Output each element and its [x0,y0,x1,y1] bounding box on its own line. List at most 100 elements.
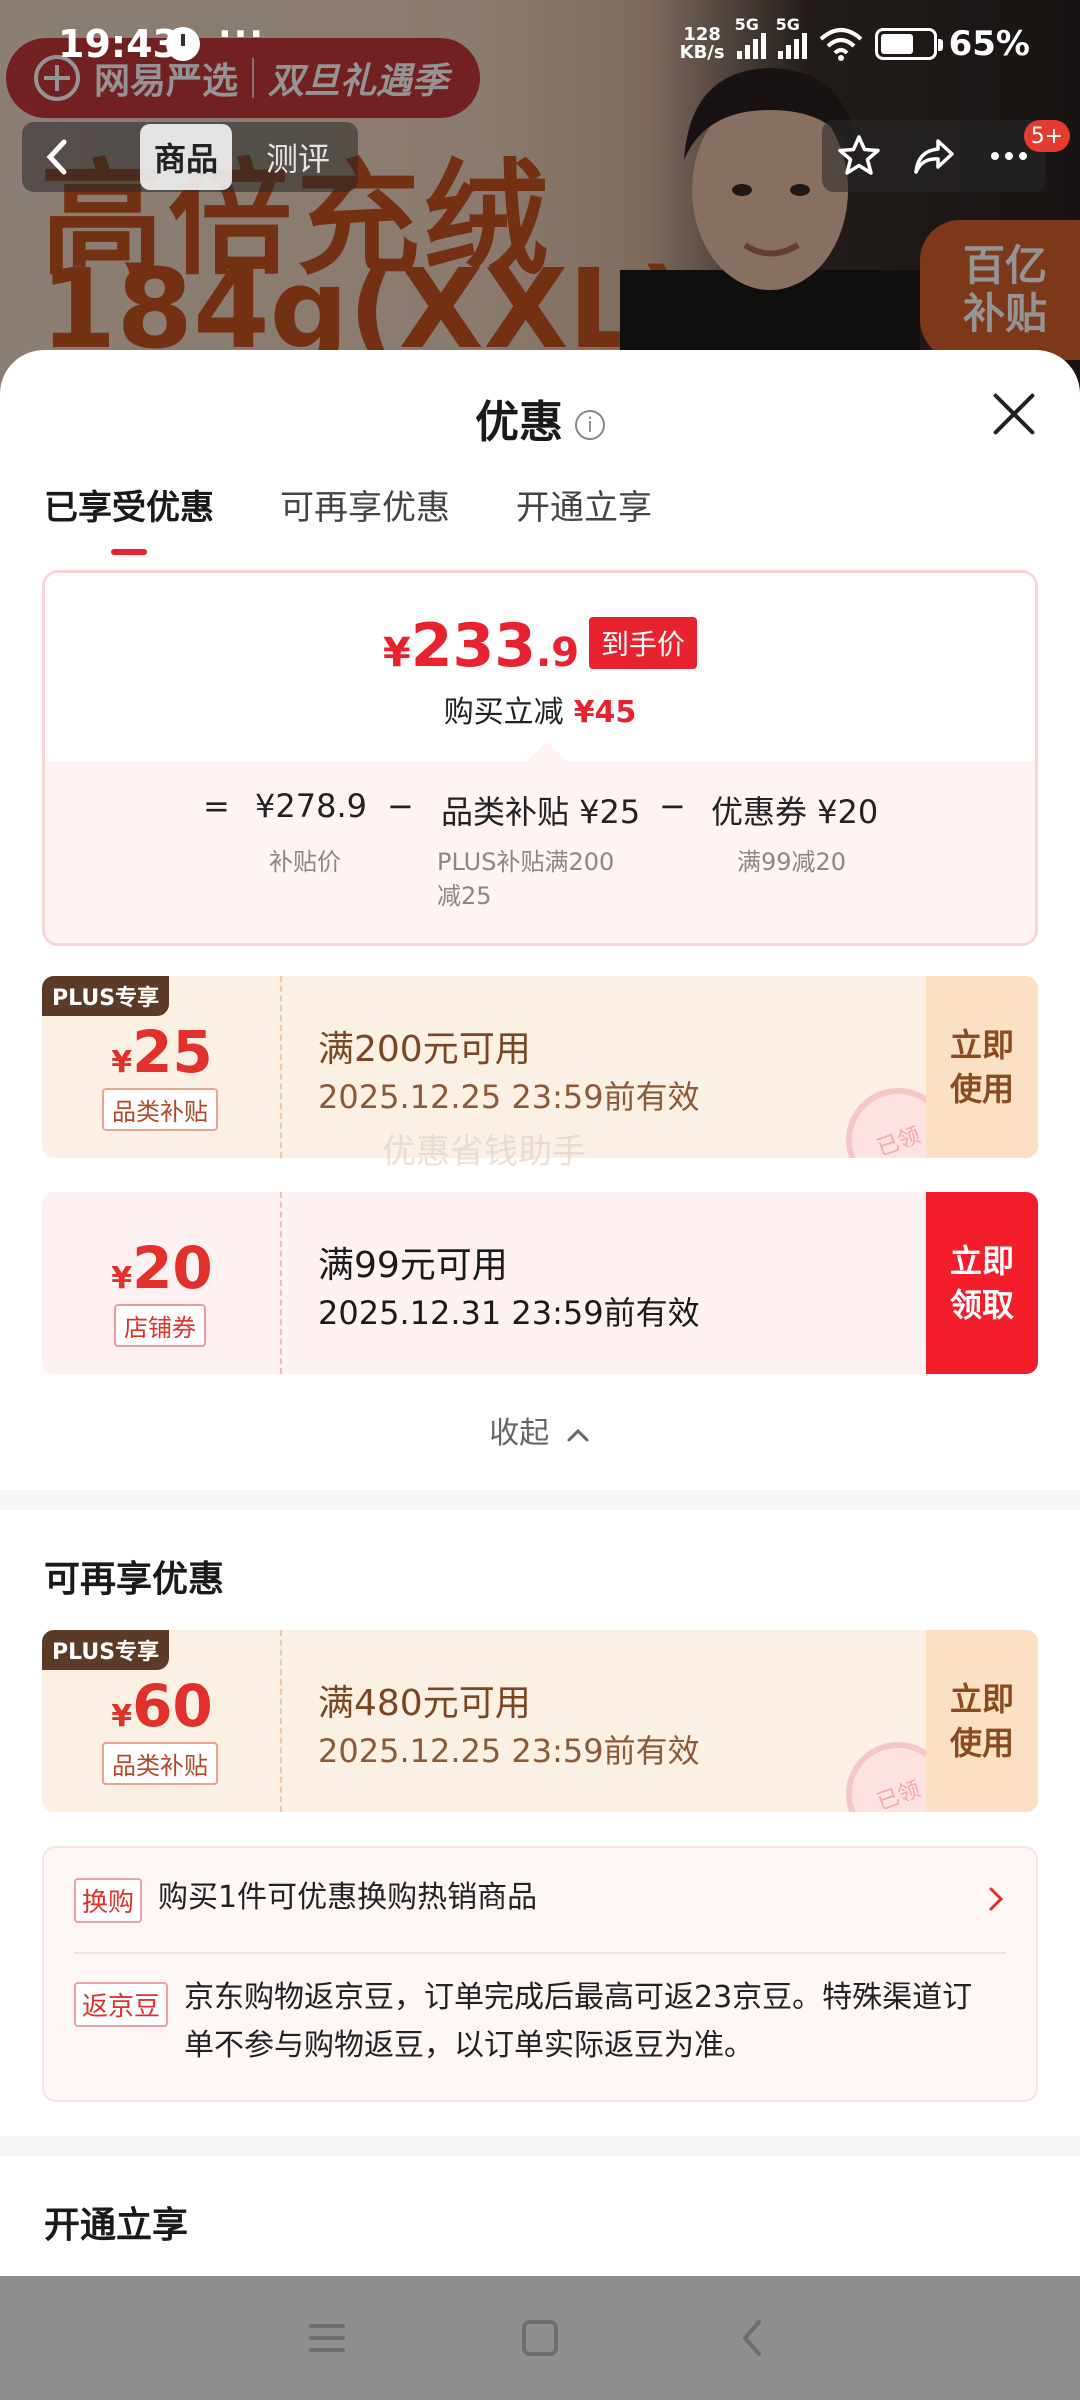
price-currency: ¥ [382,630,411,676]
signal-1-icon: 5G [735,15,766,59]
tab-product[interactable]: 商品 [140,124,233,190]
collapse-button[interactable]: 收起 [0,1408,1080,1452]
use-now-label-2: 使用 [949,1724,1014,1762]
tab-more-available[interactable]: 可再享优惠 [280,480,450,555]
status-bar: 19:43 ··· 128 KB/s 5G 5G 65% [0,0,1080,96]
final-price-tag: 到手价 [589,617,698,669]
watermark: 优惠省钱助手 [382,1132,586,1172]
section-title-more: 可再享优惠 [44,1559,225,1600]
chevron-up-icon [567,1428,589,1441]
section-divider [0,1490,1080,1510]
claim-now-label-2: 领取 [949,1286,1014,1324]
use-now-label-2: 使用 [949,1070,1014,1108]
coupon-expiry: 2025.12.31 23:59前有效 [318,1294,700,1332]
formula-minus-2: − [659,787,686,825]
wifi-icon [819,28,862,61]
coupon-condition: 满480元可用 [318,1683,531,1724]
tab-enjoyed[interactable]: 已享受优惠 [44,480,214,555]
claim-now-label-1: 立即 [949,1242,1014,1280]
net-speed: 128 KB/s [680,26,725,62]
discount-tabs: 已享受优惠 可再享优惠 开通立享 [44,480,652,555]
coupon-currency: ¥ [111,1261,133,1296]
share-icon[interactable] [910,132,958,180]
product-actions [822,120,1046,192]
formula-category-subsidy: 品类补贴 ¥25 [441,793,641,831]
clock-notification-icon [166,27,200,61]
tab-open-membership[interactable]: 开通立享 [516,480,652,555]
status-time: 19:43 [58,22,179,66]
coupon-condition: 满99元可用 [318,1245,508,1286]
formula-category-note-1: PLUS补贴满200 [437,848,615,876]
price-breakdown: ¥233.9 到手价 购买立减 ¥45 = ¥278.9 − 品类补贴 ¥25 − … [42,570,1038,946]
jd-bean-tag: 返京豆 [74,1982,169,2027]
coupon-kind: 店铺券 [114,1304,206,1347]
menu-icon[interactable] [307,2318,347,2358]
sheet-title-text: 优惠 [475,397,563,448]
plus-exclusive-tag: PLUS专享 [42,976,170,1016]
price-integer: 233 [410,611,537,681]
sheet-title: 优惠 i [0,386,1080,450]
coupon-condition: 满200元可用 [318,1029,531,1070]
use-now-label-1: 立即 [949,1026,1014,1064]
notification-badge: 5+ [1024,120,1070,152]
claim-now-button[interactable]: 立即 领取 [926,1192,1038,1374]
row-divider [74,1952,1006,1954]
coupon-amount: ¥60 [42,1672,282,1740]
status-right: 128 KB/s 5G 5G 65% [680,15,1030,64]
formula-equals: = [203,787,230,825]
back-nav-icon[interactable] [733,2318,773,2358]
use-now-button[interactable]: 立即 使用 [926,976,1038,1158]
chevron-right-icon [989,1887,1004,1911]
battery-icon [874,28,943,60]
plus-exclusive-tag: PLUS专享 [42,1630,170,1670]
net-speed-unit: KB/s [679,42,725,63]
coupon-kind: 品类补贴 [102,1742,218,1785]
formula-minus-1: − [387,787,414,825]
back-button[interactable] [22,122,94,192]
status-more: ··· [218,14,266,55]
coupon-kind: 品类补贴 [102,1088,218,1131]
exchange-tag: 换购 [74,1878,143,1923]
formula-coupon: 优惠券 ¥20 [711,793,879,831]
use-now-button[interactable]: 立即 使用 [926,1630,1038,1812]
network-1-label: 5G [734,15,759,34]
home-icon[interactable] [520,2318,560,2358]
section-title-open: 开通立享 [44,2205,189,2246]
coupon-amount-value: 20 [132,1234,213,1302]
battery-percent: 65% [948,24,1030,64]
price-decimal: .9 [536,630,580,676]
jd-bean-row: 返京豆 京东购物返京豆，订单完成后最高可返23京豆。特殊渠道订 单不参与购物返豆… [74,1980,1006,2063]
jd-bean-text-2: 单不参与购物返豆，以订单实际返豆为准。 [184,2028,754,2063]
system-navigation-bar [0,2276,1080,2400]
coupon-amount-value: 25 [132,1018,213,1086]
coupon-expiry: 2025.12.25 23:59前有效 [318,1078,700,1116]
coupon-expiry: 2025.12.25 23:59前有效 [318,1732,700,1770]
exchange-row[interactable]: 换购 购买1件可优惠换购热销商品 [74,1878,1006,1923]
instant-reduction-amount: ¥45 [573,695,637,730]
formula-subsidy-price-label: 补贴价 [269,848,341,876]
formula-coupon-note: 满99减20 [737,848,847,876]
coupon-amount: ¥20 [42,1234,282,1302]
chevron-left-icon [46,139,67,175]
coupon-card: PLUS专享 ¥60 品类补贴 满480元可用 2025.12.25 23:59… [42,1630,1038,1812]
jd-bean-text: 京东购物返京豆，订单完成后最高可返23京豆。特殊渠道订 单不参与购物返豆，以订单… [184,1974,972,2070]
tab-review[interactable]: 测评 [252,124,344,190]
exchange-text: 购买1件可优惠换购热销商品 [158,1880,538,1915]
jd-bean-text-1: 京东购物返京豆，订单完成后最高可返23京豆。特殊渠道订 [184,1980,973,2015]
close-button[interactable] [990,390,1038,438]
coupon-card: ¥20 店铺券 满99元可用 2025.12.31 23:59前有效 立即领取 [42,1192,1038,1374]
instant-reduction: 购买立减 ¥45 [45,687,1035,731]
coupon-amount: ¥25 [42,1018,282,1086]
signal-2-icon: 5G [776,15,807,59]
coupon-currency: ¥ [111,1699,133,1734]
benefits-box: 换购 购买1件可优惠换购热销商品 返京豆 京东购物返京豆，订单完成后最高可返23… [42,1846,1038,2102]
info-icon[interactable]: i [575,410,605,440]
star-icon[interactable] [835,132,883,180]
coupon-amount-value: 60 [132,1672,213,1740]
coupon-currency: ¥ [111,1045,133,1080]
formula-subsidy-price: ¥278.9 [255,787,367,825]
discount-sheet: 优惠 i 已享受优惠 可再享优惠 开通立享 ¥233.9 到手价 购买立减 ¥45 =… [0,350,1080,2276]
product-nav-tabs: 商品 测评 [94,122,358,192]
collapse-label: 收起 [489,1416,550,1451]
instant-reduction-label: 购买立减 [443,695,564,730]
